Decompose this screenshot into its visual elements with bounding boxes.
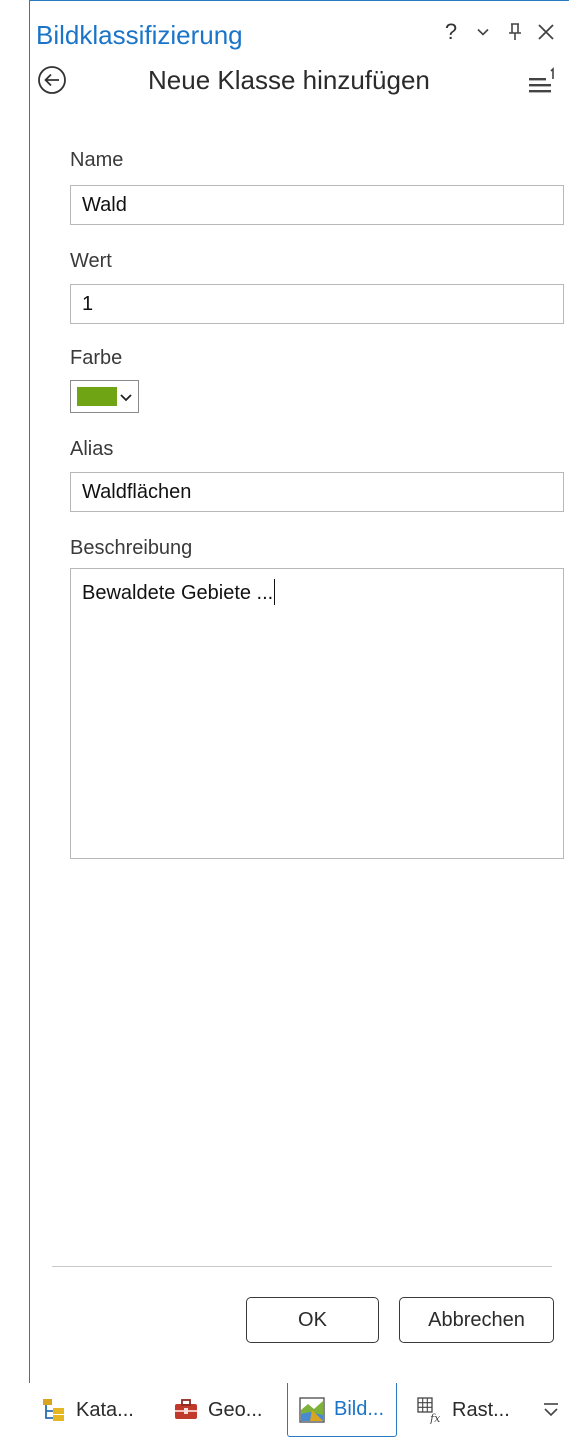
color-label: Farbe	[70, 347, 123, 369]
alias-field[interactable]: Waldflächen	[70, 472, 564, 512]
color-picker[interactable]	[70, 380, 139, 413]
color-swatch	[77, 387, 117, 406]
raster-functions-icon: fx	[417, 1397, 441, 1424]
value-field[interactable]: 1	[70, 284, 564, 324]
cancel-label: Abbrechen	[428, 1308, 525, 1331]
text-caret	[274, 579, 276, 605]
chevron-down-icon	[477, 28, 489, 36]
page-title: Neue Klasse hinzufügen	[148, 65, 430, 95]
tab-label: Kata...	[76, 1398, 134, 1421]
close-button[interactable]	[533, 16, 559, 48]
pane-options-button[interactable]	[470, 16, 496, 48]
cancel-button[interactable]: Abbrechen	[399, 1297, 554, 1343]
geoprocessing-toolbox-icon	[175, 1399, 197, 1419]
alias-label: Alias	[70, 438, 114, 460]
chevron-down-icon	[120, 394, 132, 402]
name-field[interactable]: Wald	[70, 185, 564, 225]
description-text: Bewaldete Gebiete ...	[82, 582, 274, 604]
help-label: ?	[444, 19, 458, 44]
tab-label: Geo...	[208, 1398, 263, 1421]
close-icon	[538, 24, 554, 40]
menu-icon[interactable]	[526, 66, 558, 96]
tab-image-classification[interactable]: Bild...	[287, 1383, 397, 1437]
svg-text:fx: fx	[429, 1412, 441, 1424]
catalog-icon	[43, 1399, 64, 1421]
help-button[interactable]: ?	[438, 16, 464, 48]
tab-geoprocessing[interactable]: Geo...	[172, 1383, 262, 1437]
auto-hide-button[interactable]	[502, 16, 528, 48]
image-classification-icon	[299, 1396, 325, 1423]
back-arrow-icon[interactable]	[36, 64, 68, 96]
tab-label: Rast...	[452, 1398, 510, 1421]
ok-label: OK	[298, 1308, 327, 1331]
ok-button[interactable]: OK	[246, 1297, 379, 1343]
tab-label: Bild...	[334, 1398, 385, 1420]
value-label: Wert	[70, 250, 112, 272]
pin-icon	[509, 23, 521, 40]
tab-raster-functions[interactable]: fx Rast...	[416, 1383, 510, 1437]
divider	[52, 1266, 552, 1267]
description-textarea[interactable]: Bewaldete Gebiete ...	[70, 568, 564, 859]
dock-tab-bar: Kata... Geo... Bild... fx Rast...	[0, 1383, 569, 1440]
description-label: Beschreibung	[70, 537, 193, 559]
tab-catalog[interactable]: Kata...	[40, 1383, 134, 1437]
name-label: Name	[70, 149, 124, 171]
page-header: Neue Klasse hinzufügen	[0, 60, 569, 100]
pane-title: Bildklassifizierung	[36, 20, 243, 50]
overflow-chevron-icon[interactable]	[540, 1399, 562, 1421]
